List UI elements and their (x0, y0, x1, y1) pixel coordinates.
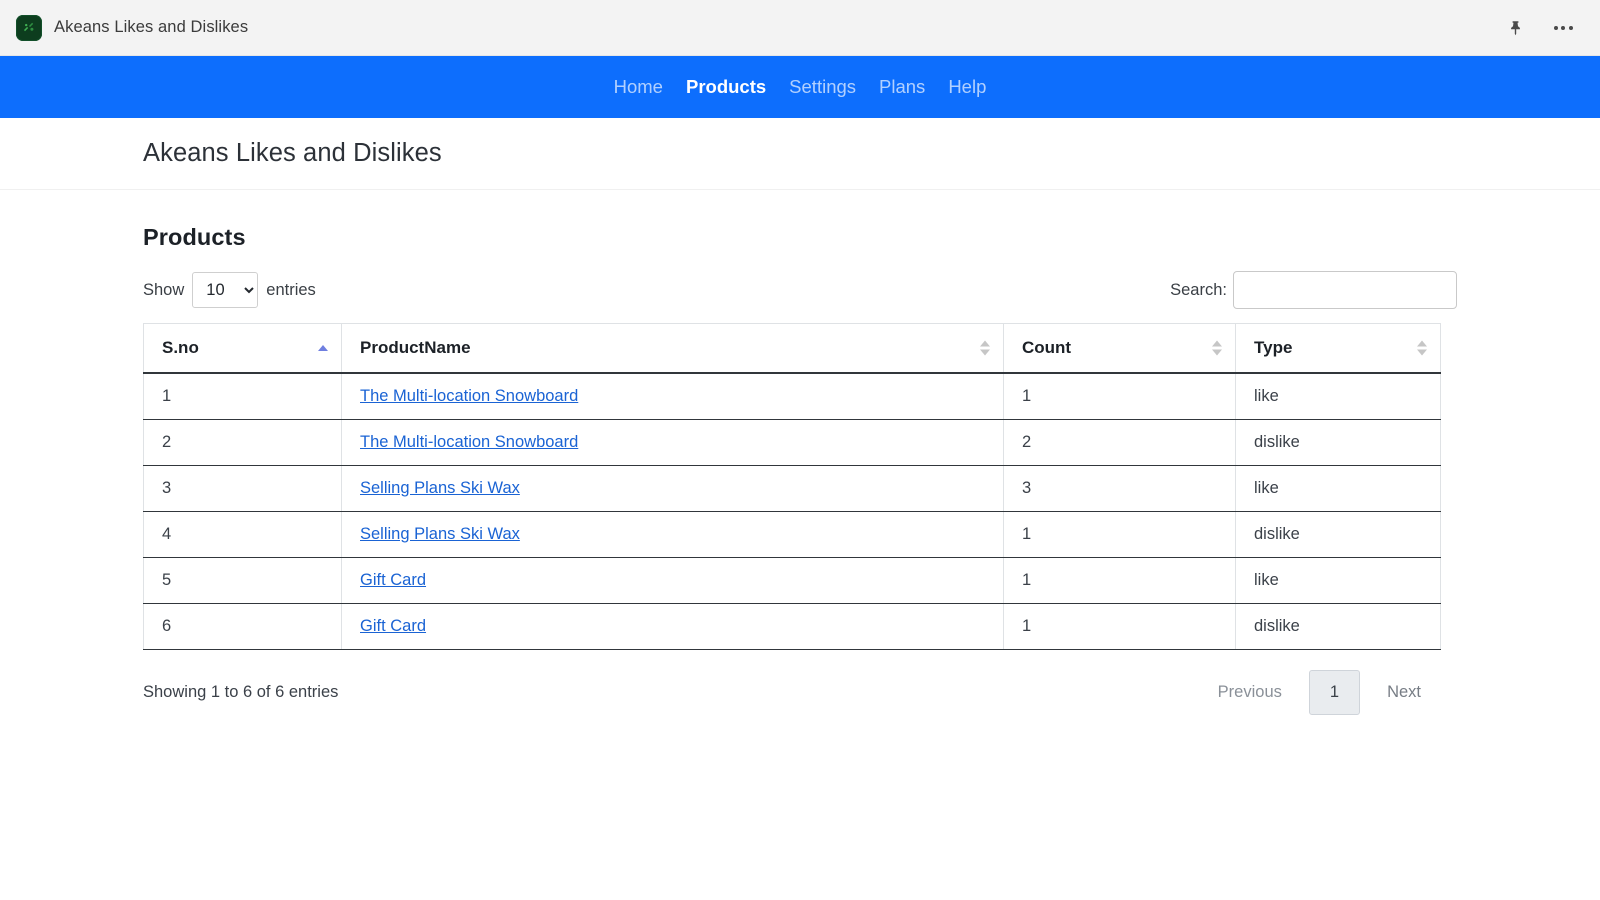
cell-type: like (1236, 466, 1441, 512)
window-title: Akeans Likes and Dislikes (54, 18, 248, 37)
column-label-count: Count (1022, 338, 1071, 357)
cell-count: 2 (1004, 420, 1236, 466)
sort-none-icon (1417, 341, 1427, 356)
pagination-previous[interactable]: Previous (1199, 672, 1301, 713)
nav-item-settings[interactable]: Settings (789, 76, 856, 98)
nav-item-home[interactable]: Home (614, 76, 663, 98)
cell-type: dislike (1236, 512, 1441, 558)
window-titlebar: Akeans Likes and Dislikes (0, 0, 1600, 56)
table-header-row: S.no ProductName Count (144, 324, 1441, 374)
product-link[interactable]: The Multi-location Snowboard (360, 387, 578, 405)
page-length-select[interactable]: 102550100 (192, 272, 258, 308)
table-row: 5 Gift Card 1like (144, 558, 1441, 604)
cell-sno: 4 (144, 512, 342, 558)
products-table: S.no ProductName Count (143, 323, 1441, 650)
nav-item-plans[interactable]: Plans (879, 76, 925, 98)
main-content: Products Show 102550100 entries Search: … (0, 190, 1600, 715)
column-label-sno: S.no (162, 338, 199, 357)
table-head: S.no ProductName Count (144, 324, 1441, 374)
column-header-productname[interactable]: ProductName (342, 324, 1004, 374)
search-control: Search: (1170, 271, 1457, 309)
cell-productname: Gift Card (342, 558, 1004, 604)
column-header-count[interactable]: Count (1004, 324, 1236, 374)
table-row: 1The Multi-location Snowboard1like (144, 373, 1441, 420)
nav-item-products[interactable]: Products (686, 76, 766, 98)
cell-count: 1 (1004, 604, 1236, 650)
entries-label: entries (266, 281, 316, 300)
cell-productname: The Multi-location Snowboard (342, 420, 1004, 466)
search-label: Search: (1170, 281, 1227, 300)
table-controls: Show 102550100 entries Search: (143, 271, 1457, 309)
column-label-productname: ProductName (360, 338, 471, 357)
table-info: Showing 1 to 6 of 6 entries (143, 683, 338, 702)
cell-type: dislike (1236, 420, 1441, 466)
nav-items: Home Products Settings Plans Help (614, 76, 987, 98)
more-options-dots (1554, 26, 1573, 30)
table-row: 6 Gift Card 1dislike (144, 604, 1441, 650)
cell-sno: 2 (144, 420, 342, 466)
cell-count: 1 (1004, 558, 1236, 604)
cell-productname: Gift Card (342, 604, 1004, 650)
cell-count: 1 (1004, 373, 1236, 420)
product-link[interactable]: The Multi-location Snowboard (360, 433, 578, 451)
product-link[interactable]: Selling Plans Ski Wax (360, 479, 520, 497)
pagination: Previous 1 Next (1199, 670, 1440, 715)
nav-item-help[interactable]: Help (948, 76, 986, 98)
sort-none-icon (980, 341, 990, 356)
table-row: 3Selling Plans Ski Wax3like (144, 466, 1441, 512)
titlebar-left-group: Akeans Likes and Dislikes (16, 15, 248, 41)
show-label: Show (143, 281, 184, 300)
table-row: 4 Selling Plans Ski Wax 1dislike (144, 512, 1441, 558)
column-label-type: Type (1254, 338, 1292, 357)
cell-productname: Selling Plans Ski Wax (342, 512, 1004, 558)
more-options-icon[interactable] (1552, 17, 1574, 39)
cell-type: like (1236, 558, 1441, 604)
sort-none-icon (1212, 341, 1222, 356)
column-header-type[interactable]: Type (1236, 324, 1441, 374)
titlebar-right-group (1504, 17, 1584, 39)
app-window: Akeans Likes and Dislikes Home Products … (0, 0, 1600, 900)
sort-ascending-icon (318, 345, 328, 351)
pin-icon[interactable] (1504, 17, 1526, 39)
cell-sno: 5 (144, 558, 342, 604)
cell-sno: 3 (144, 466, 342, 512)
main-navbar: Home Products Settings Plans Help (0, 56, 1600, 118)
cell-count: 3 (1004, 466, 1236, 512)
cell-type: dislike (1236, 604, 1441, 650)
cell-count: 1 (1004, 512, 1236, 558)
shopify-app-icon (16, 15, 42, 41)
cell-sno: 1 (144, 373, 342, 420)
pagination-page-1[interactable]: 1 (1309, 670, 1360, 715)
product-link[interactable]: Selling Plans Ski Wax (360, 525, 520, 543)
product-link[interactable]: Gift Card (360, 617, 426, 635)
cell-productname: The Multi-location Snowboard (342, 373, 1004, 420)
page-header: Akeans Likes and Dislikes (0, 118, 1600, 190)
cell-type: like (1236, 373, 1441, 420)
table-row: 2The Multi-location Snowboard2dislike (144, 420, 1441, 466)
pagination-next[interactable]: Next (1368, 672, 1440, 713)
page-length-control: Show 102550100 entries (143, 272, 316, 308)
section-title: Products (143, 190, 1457, 251)
page-title: Akeans Likes and Dislikes (0, 139, 442, 168)
cell-sno: 6 (144, 604, 342, 650)
cell-productname: Selling Plans Ski Wax (342, 466, 1004, 512)
table-body: 1The Multi-location Snowboard1like2The M… (144, 373, 1441, 650)
product-link[interactable]: Gift Card (360, 571, 426, 589)
table-footer: Showing 1 to 6 of 6 entries Previous 1 N… (143, 670, 1440, 715)
search-input[interactable] (1233, 271, 1457, 309)
column-header-sno[interactable]: S.no (144, 324, 342, 374)
